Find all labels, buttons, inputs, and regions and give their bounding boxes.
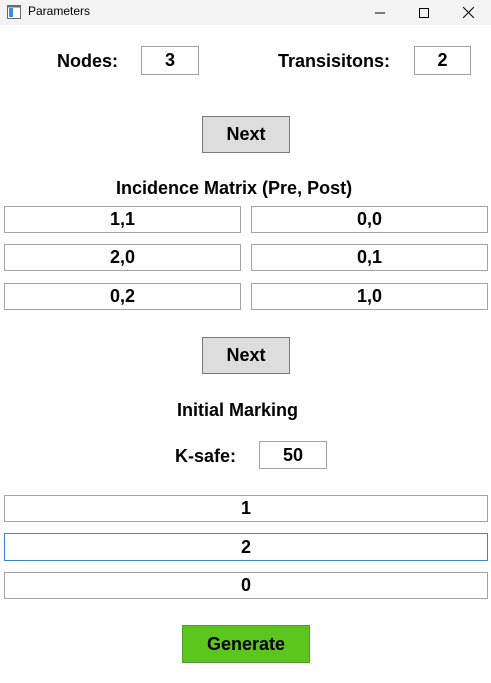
ksafe-label: K-safe: [175,446,237,466]
marking-input-3[interactable]: 0 [4,572,488,599]
marking-input-1[interactable]: 1 [4,495,488,522]
next-button-incidence[interactable]: Next [202,337,290,374]
incidence-post-row-3[interactable]: 1,0 [251,283,488,310]
initial-marking-title: Initial Marking [177,400,299,420]
minimize-button[interactable] [357,0,403,25]
incidence-pre-row-2[interactable]: 2,0 [4,244,241,271]
maximize-button[interactable] [401,0,447,25]
incidence-post-row-2[interactable]: 0,1 [251,244,488,271]
nodes-label: Nodes: [57,51,119,71]
next-button-parameters[interactable]: Next [202,116,290,153]
title-bar: Parameters [0,0,491,25]
close-icon [462,7,474,18]
incidence-pre-row-3[interactable]: 0,2 [4,283,241,310]
minimize-icon [375,12,385,13]
incidence-post-row-1[interactable]: 0,0 [251,206,488,233]
nodes-input[interactable]: 3 [141,46,199,75]
transitions-input[interactable]: 2 [414,46,471,75]
maximize-icon [419,7,429,18]
generate-button[interactable]: Generate [182,625,310,663]
incidence-matrix-title: Incidence Matrix (Pre, Post) [116,178,353,198]
marking-input-2[interactable]: 2 [4,533,488,561]
close-button[interactable] [445,0,491,25]
window-title: Parameters [28,4,91,18]
window-app-icon [7,5,21,19]
ksafe-input[interactable]: 50 [259,441,327,469]
transitions-label: Transisitons: [278,51,391,71]
incidence-pre-row-1[interactable]: 1,1 [4,206,241,233]
